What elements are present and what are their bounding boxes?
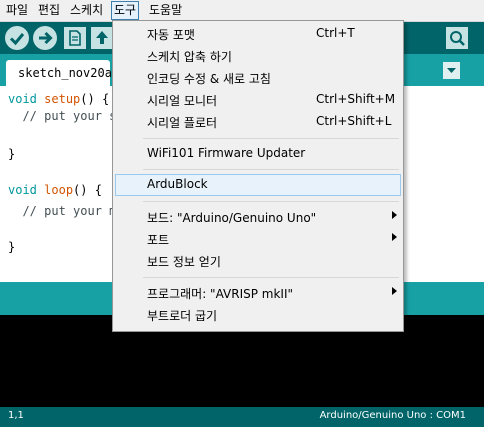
serial-monitor-button[interactable]	[446, 27, 468, 49]
open-button[interactable]	[91, 27, 113, 49]
menu-separator	[143, 277, 399, 278]
upload-icon	[39, 31, 53, 45]
tools-dropdown-menu: 자동 포맷 Ctrl+T 스케치 압축 하기 인코딩 수정 & 새로 고침 시리…	[112, 20, 404, 332]
menu-item-label: 보드 정보 얻기	[147, 255, 221, 269]
menu-item-shortcut: Ctrl+Shift+M	[316, 92, 396, 106]
menu-item-label: WiFi101 Firmware Updater	[147, 146, 306, 160]
new-button[interactable]	[64, 27, 86, 49]
menu-item-auto-format[interactable]: 자동 포맷 Ctrl+T	[115, 23, 401, 45]
keyword-void: void	[8, 183, 37, 197]
menu-item-label: 프로그래머: "AVRISP mkII"	[147, 287, 294, 301]
menu-item-archive-sketch[interactable]: 스케치 압축 하기	[115, 45, 401, 67]
code-line: void setup() {	[8, 92, 109, 106]
menu-help[interactable]: 도움말	[147, 2, 184, 19]
tab-sketch[interactable]: sketch_nov20a	[6, 60, 112, 86]
menu-item-programmer[interactable]: 프로그래머: "AVRISP mkII"	[115, 282, 401, 304]
function-loop: loop	[44, 183, 74, 197]
menu-sketch[interactable]: 스케치	[68, 2, 105, 19]
menu-item-label: 스케치 압축 하기	[147, 50, 232, 64]
tab-sketch-label: sketch_nov20a	[18, 66, 112, 80]
menu-bar: 파일 편집 스케치 도구 도움말	[0, 0, 484, 22]
chevron-down-icon	[447, 68, 456, 73]
menu-item-label: 포트	[147, 233, 170, 247]
menu-item-label: 부트로더 굽기	[147, 309, 218, 323]
menu-item-port[interactable]: 포트	[115, 228, 401, 250]
menu-item-wifi101-updater[interactable]: WiFi101 Firmware Updater	[115, 143, 401, 165]
menu-tools[interactable]: 도구	[111, 1, 140, 20]
new-icon	[69, 30, 81, 46]
open-icon	[96, 31, 108, 44]
menu-item-serial-monitor[interactable]: 시리얼 모니터 Ctrl+Shift+M	[115, 89, 401, 111]
menu-item-ardublock[interactable]: ArduBlock	[115, 174, 401, 196]
submenu-arrow-icon	[392, 211, 397, 219]
menu-item-shortcut: Ctrl+Shift+L	[316, 114, 392, 128]
verify-icon	[9, 33, 25, 46]
menu-separator	[143, 201, 399, 202]
menu-item-board[interactable]: 보드: "Arduino/Genuino Uno"	[115, 206, 401, 228]
menu-item-board-info[interactable]: 보드 정보 얻기	[115, 250, 401, 272]
menu-item-burn-bootloader[interactable]: 부트로더 굽기	[115, 304, 401, 326]
serial-monitor-icon	[450, 31, 465, 46]
menu-item-label: 시리얼 플로터	[147, 116, 218, 130]
status-bar: 1,1 Arduino/Genuino Uno : COM1	[0, 407, 484, 427]
upload-button[interactable]	[33, 26, 57, 50]
code-punct: () {	[80, 92, 110, 106]
code-line: void loop() {	[8, 183, 102, 197]
function-setup: setup	[44, 92, 81, 106]
submenu-arrow-icon	[392, 233, 397, 241]
tab-menu-button[interactable]	[443, 62, 460, 79]
menu-separator	[143, 169, 399, 170]
menu-item-label: 인코딩 수정 & 새로 고침	[147, 72, 271, 86]
submenu-arrow-icon	[392, 287, 397, 295]
verify-button[interactable]	[5, 26, 29, 50]
board-port-info: Arduino/Genuino Uno : COM1	[319, 410, 466, 421]
menu-file[interactable]: 파일	[4, 2, 30, 19]
code-line: }	[8, 147, 16, 161]
menu-item-label: 보드: "Arduino/Genuino Uno"	[147, 211, 317, 225]
code-punct: () {	[73, 183, 102, 197]
line-number: 1,1	[8, 410, 24, 421]
keyword-void: void	[8, 92, 37, 106]
menu-item-label: 시리얼 모니터	[147, 94, 218, 108]
menu-item-serial-plotter[interactable]: 시리얼 플로터 Ctrl+Shift+L	[115, 111, 401, 133]
menu-item-label: ArduBlock	[147, 177, 208, 191]
menu-item-label: 자동 포맷	[147, 28, 195, 42]
menu-item-shortcut: Ctrl+T	[316, 26, 355, 40]
menu-edit[interactable]: 편집	[36, 2, 62, 19]
menu-item-fix-encoding[interactable]: 인코딩 수정 & 새로 고침	[115, 67, 401, 89]
menu-separator	[143, 138, 399, 139]
code-line: }	[8, 240, 16, 254]
